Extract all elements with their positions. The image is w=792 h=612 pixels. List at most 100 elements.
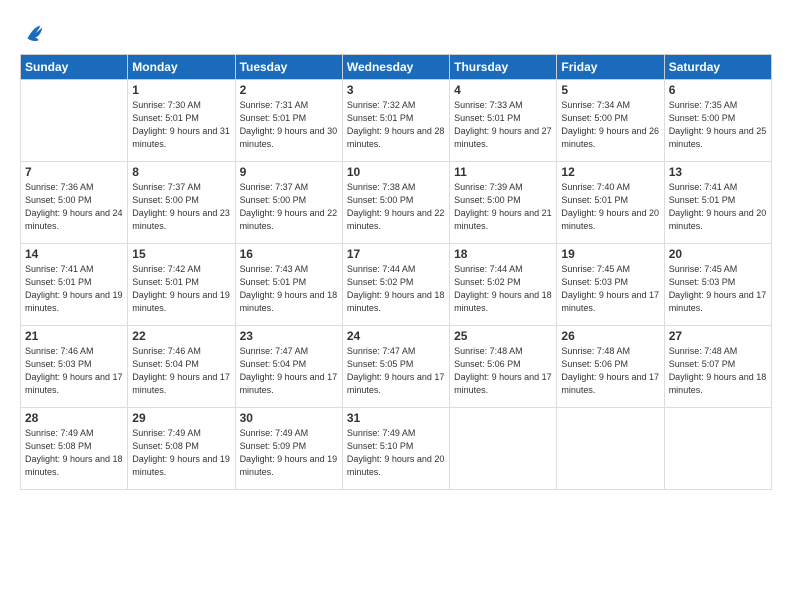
day-info: Sunrise: 7:42 AMSunset: 5:01 PMDaylight:… bbox=[132, 263, 230, 315]
week-row-5: 28 Sunrise: 7:49 AMSunset: 5:08 PMDayligh… bbox=[21, 408, 772, 490]
day-number: 2 bbox=[240, 83, 338, 97]
day-info: Sunrise: 7:48 AMSunset: 5:06 PMDaylight:… bbox=[561, 345, 659, 397]
weekday-header-wednesday: Wednesday bbox=[342, 55, 449, 80]
day-info: Sunrise: 7:44 AMSunset: 5:02 PMDaylight:… bbox=[454, 263, 552, 315]
day-info: Sunrise: 7:45 AMSunset: 5:03 PMDaylight:… bbox=[561, 263, 659, 315]
calendar-cell: 5 Sunrise: 7:34 AMSunset: 5:00 PMDaylight… bbox=[557, 80, 664, 162]
day-info: Sunrise: 7:33 AMSunset: 5:01 PMDaylight:… bbox=[454, 99, 552, 151]
day-number: 13 bbox=[669, 165, 767, 179]
calendar-cell: 19Sunrise: 7:45 AMSunset: 5:03 PMDayligh… bbox=[557, 244, 664, 326]
day-info: Sunrise: 7:37 AMSunset: 5:00 PMDaylight:… bbox=[132, 181, 230, 233]
day-info: Sunrise: 7:49 AMSunset: 5:08 PMDaylight:… bbox=[132, 427, 230, 479]
calendar-cell: 24Sunrise: 7:47 AMSunset: 5:05 PMDayligh… bbox=[342, 326, 449, 408]
day-info: Sunrise: 7:48 AMSunset: 5:07 PMDaylight:… bbox=[669, 345, 767, 397]
day-number: 8 bbox=[132, 165, 230, 179]
calendar-cell bbox=[450, 408, 557, 490]
week-row-3: 14Sunrise: 7:41 AMSunset: 5:01 PMDayligh… bbox=[21, 244, 772, 326]
calendar-cell: 22 Sunrise: 7:46 AMSunset: 5:04 PMDayligh… bbox=[128, 326, 235, 408]
week-row-2: 7Sunrise: 7:36 AMSunset: 5:00 PMDaylight… bbox=[21, 162, 772, 244]
day-number: 28 bbox=[25, 411, 123, 425]
calendar-cell: 18 Sunrise: 7:44 AMSunset: 5:02 PMDayligh… bbox=[450, 244, 557, 326]
weekday-header-thursday: Thursday bbox=[450, 55, 557, 80]
day-number: 23 bbox=[240, 329, 338, 343]
calendar-cell: 8 Sunrise: 7:37 AMSunset: 5:00 PMDaylight… bbox=[128, 162, 235, 244]
calendar-cell: 9 Sunrise: 7:37 AMSunset: 5:00 PMDaylight… bbox=[235, 162, 342, 244]
calendar-cell: 14Sunrise: 7:41 AMSunset: 5:01 PMDayligh… bbox=[21, 244, 128, 326]
day-number: 20 bbox=[669, 247, 767, 261]
day-info: Sunrise: 7:47 AMSunset: 5:05 PMDaylight:… bbox=[347, 345, 445, 397]
day-number: 18 bbox=[454, 247, 552, 261]
header bbox=[20, 18, 772, 46]
calendar-table: SundayMondayTuesdayWednesdayThursdayFrid… bbox=[20, 54, 772, 490]
calendar-cell: 4 Sunrise: 7:33 AMSunset: 5:01 PMDaylight… bbox=[450, 80, 557, 162]
calendar-cell: 23Sunrise: 7:47 AMSunset: 5:04 PMDayligh… bbox=[235, 326, 342, 408]
logo-icon bbox=[20, 18, 48, 46]
calendar-cell: 25 Sunrise: 7:48 AMSunset: 5:06 PMDayligh… bbox=[450, 326, 557, 408]
weekday-header-row: SundayMondayTuesdayWednesdayThursdayFrid… bbox=[21, 55, 772, 80]
calendar-cell: 31 Sunrise: 7:49 AMSunset: 5:10 PMDayligh… bbox=[342, 408, 449, 490]
day-number: 3 bbox=[347, 83, 445, 97]
calendar-cell: 20 Sunrise: 7:45 AMSunset: 5:03 PMDayligh… bbox=[664, 244, 771, 326]
day-info: Sunrise: 7:49 AMSunset: 5:09 PMDaylight:… bbox=[240, 427, 338, 479]
day-number: 6 bbox=[669, 83, 767, 97]
page: SundayMondayTuesdayWednesdayThursdayFrid… bbox=[0, 0, 792, 612]
weekday-header-tuesday: Tuesday bbox=[235, 55, 342, 80]
day-info: Sunrise: 7:46 AMSunset: 5:03 PMDaylight:… bbox=[25, 345, 123, 397]
day-number: 9 bbox=[240, 165, 338, 179]
calendar-cell: 27 Sunrise: 7:48 AMSunset: 5:07 PMDayligh… bbox=[664, 326, 771, 408]
day-number: 26 bbox=[561, 329, 659, 343]
calendar-cell bbox=[664, 408, 771, 490]
day-number: 12 bbox=[561, 165, 659, 179]
week-row-1: 1 Sunrise: 7:30 AMSunset: 5:01 PMDaylight… bbox=[21, 80, 772, 162]
logo bbox=[20, 18, 52, 46]
weekday-header-monday: Monday bbox=[128, 55, 235, 80]
day-number: 25 bbox=[454, 329, 552, 343]
day-info: Sunrise: 7:46 AMSunset: 5:04 PMDaylight:… bbox=[132, 345, 230, 397]
calendar-cell: 3 Sunrise: 7:32 AMSunset: 5:01 PMDaylight… bbox=[342, 80, 449, 162]
calendar-cell: 29 Sunrise: 7:49 AMSunset: 5:08 PMDayligh… bbox=[128, 408, 235, 490]
calendar-cell: 1 Sunrise: 7:30 AMSunset: 5:01 PMDaylight… bbox=[128, 80, 235, 162]
day-number: 4 bbox=[454, 83, 552, 97]
weekday-header-saturday: Saturday bbox=[664, 55, 771, 80]
day-number: 14 bbox=[25, 247, 123, 261]
calendar-cell: 2 Sunrise: 7:31 AMSunset: 5:01 PMDaylight… bbox=[235, 80, 342, 162]
day-number: 27 bbox=[669, 329, 767, 343]
day-info: Sunrise: 7:40 AMSunset: 5:01 PMDaylight:… bbox=[561, 181, 659, 233]
calendar-cell: 11Sunrise: 7:39 AMSunset: 5:00 PMDayligh… bbox=[450, 162, 557, 244]
day-number: 7 bbox=[25, 165, 123, 179]
day-number: 21 bbox=[25, 329, 123, 343]
calendar-cell bbox=[21, 80, 128, 162]
day-info: Sunrise: 7:48 AMSunset: 5:06 PMDaylight:… bbox=[454, 345, 552, 397]
calendar-cell: 6 Sunrise: 7:35 AMSunset: 5:00 PMDaylight… bbox=[664, 80, 771, 162]
day-info: Sunrise: 7:43 AMSunset: 5:01 PMDaylight:… bbox=[240, 263, 338, 315]
day-info: Sunrise: 7:37 AMSunset: 5:00 PMDaylight:… bbox=[240, 181, 338, 233]
day-number: 5 bbox=[561, 83, 659, 97]
day-number: 29 bbox=[132, 411, 230, 425]
day-number: 17 bbox=[347, 247, 445, 261]
calendar-cell: 28 Sunrise: 7:49 AMSunset: 5:08 PMDayligh… bbox=[21, 408, 128, 490]
weekday-header-friday: Friday bbox=[557, 55, 664, 80]
day-info: Sunrise: 7:49 AMSunset: 5:08 PMDaylight:… bbox=[25, 427, 123, 479]
day-info: Sunrise: 7:31 AMSunset: 5:01 PMDaylight:… bbox=[240, 99, 338, 151]
calendar-cell: 12 Sunrise: 7:40 AMSunset: 5:01 PMDayligh… bbox=[557, 162, 664, 244]
day-number: 31 bbox=[347, 411, 445, 425]
calendar-cell: 26 Sunrise: 7:48 AMSunset: 5:06 PMDayligh… bbox=[557, 326, 664, 408]
week-row-4: 21 Sunrise: 7:46 AMSunset: 5:03 PMDayligh… bbox=[21, 326, 772, 408]
day-info: Sunrise: 7:30 AMSunset: 5:01 PMDaylight:… bbox=[132, 99, 230, 151]
day-info: Sunrise: 7:34 AMSunset: 5:00 PMDaylight:… bbox=[561, 99, 659, 151]
day-info: Sunrise: 7:45 AMSunset: 5:03 PMDaylight:… bbox=[669, 263, 767, 315]
calendar-cell: 15Sunrise: 7:42 AMSunset: 5:01 PMDayligh… bbox=[128, 244, 235, 326]
calendar-cell: 10Sunrise: 7:38 AMSunset: 5:00 PMDayligh… bbox=[342, 162, 449, 244]
day-info: Sunrise: 7:44 AMSunset: 5:02 PMDaylight:… bbox=[347, 263, 445, 315]
day-number: 22 bbox=[132, 329, 230, 343]
day-info: Sunrise: 7:49 AMSunset: 5:10 PMDaylight:… bbox=[347, 427, 445, 479]
day-info: Sunrise: 7:39 AMSunset: 5:00 PMDaylight:… bbox=[454, 181, 552, 233]
calendar-cell: 13Sunrise: 7:41 AMSunset: 5:01 PMDayligh… bbox=[664, 162, 771, 244]
day-info: Sunrise: 7:38 AMSunset: 5:00 PMDaylight:… bbox=[347, 181, 445, 233]
day-info: Sunrise: 7:35 AMSunset: 5:00 PMDaylight:… bbox=[669, 99, 767, 151]
day-info: Sunrise: 7:32 AMSunset: 5:01 PMDaylight:… bbox=[347, 99, 445, 151]
calendar-cell: 30Sunrise: 7:49 AMSunset: 5:09 PMDayligh… bbox=[235, 408, 342, 490]
weekday-header-sunday: Sunday bbox=[21, 55, 128, 80]
day-number: 1 bbox=[132, 83, 230, 97]
day-number: 16 bbox=[240, 247, 338, 261]
